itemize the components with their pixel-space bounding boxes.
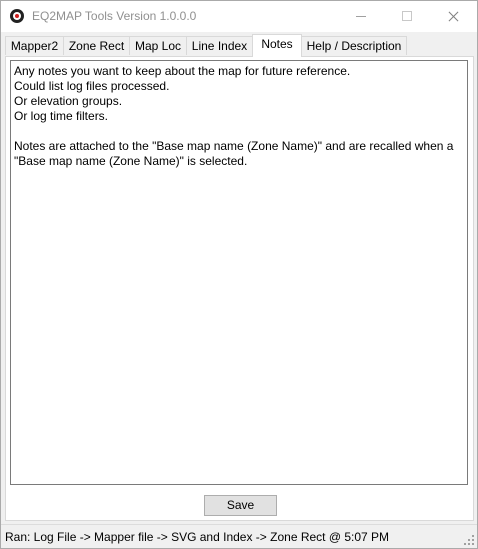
notes-textarea[interactable]: Any notes you want to keep about the map… (10, 60, 468, 485)
app-window: EQ2MAP Tools Version 1.0.0.0 Mapper2 Zon… (0, 0, 478, 549)
tab-mapper2[interactable]: Mapper2 (5, 36, 64, 55)
tab-map-loc[interactable]: Map Loc (129, 36, 187, 55)
window-title: EQ2MAP Tools Version 1.0.0.0 (32, 9, 197, 23)
tab-zone-rect[interactable]: Zone Rect (63, 36, 130, 55)
title-bar[interactable]: EQ2MAP Tools Version 1.0.0.0 (1, 1, 477, 32)
maximize-icon[interactable] (384, 1, 430, 32)
status-bar: Ran: Log File -> Mapper file -> SVG and … (1, 524, 477, 548)
save-button[interactable]: Save (204, 495, 277, 516)
status-text: Ran: Log File -> Mapper file -> SVG and … (5, 530, 390, 544)
tab-notes[interactable]: Notes (252, 34, 302, 57)
tab-line-index[interactable]: Line Index (186, 36, 253, 55)
minimize-icon[interactable] (338, 1, 384, 32)
close-icon[interactable] (430, 1, 476, 32)
app-icon[interactable] (10, 9, 24, 23)
size-grip-icon[interactable] (463, 534, 475, 546)
tab-strip: Mapper2 Zone Rect Map Loc Line Index Not… (5, 34, 475, 57)
notes-tab-page: Any notes you want to keep about the map… (5, 56, 474, 521)
tab-help-description[interactable]: Help / Description (301, 36, 407, 55)
